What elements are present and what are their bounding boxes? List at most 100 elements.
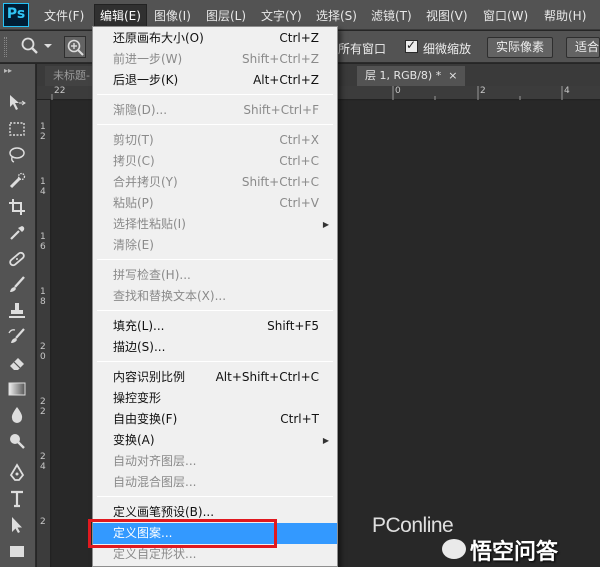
menu-item-label: 变换(A) [113, 433, 155, 447]
menu-item-check-spelling[interactable]: 拼写检查(H)... [93, 265, 337, 286]
menu-separator [97, 259, 333, 260]
ruler-v-label: 1 [40, 287, 46, 297]
menu-item-shortcut: Alt+Ctrl+Z [253, 73, 319, 87]
tools-panel: ▸▸ [0, 64, 36, 567]
ruler-v-label: 8 [40, 297, 46, 307]
menu-item-undo-canvas-size[interactable]: 还原画布大小(O) Ctrl+Z [93, 28, 337, 49]
tool-preset-dropdown-icon[interactable] [44, 44, 52, 48]
document-tab-active[interactable]: 层 1, RGB/8) * × [357, 66, 466, 86]
zoom-all-windows-label: 所有窗口 [338, 42, 387, 56]
menu-item-label: 内容识别比例 [113, 370, 186, 384]
menu-item-step-forward[interactable]: 前进一步(W) Shift+Ctrl+Z [93, 49, 337, 70]
marquee-tool-icon[interactable] [6, 118, 28, 140]
menu-item-label: 描边(S)... [113, 340, 166, 354]
menu-item-shortcut: Ctrl+C [279, 154, 319, 168]
lasso-tool-icon[interactable] [6, 144, 28, 166]
menu-item-fill[interactable]: 填充(L)... Shift+F5 [93, 316, 337, 337]
quick-selection-tool-icon[interactable] [6, 170, 28, 192]
rectangle-tool-icon[interactable] [6, 540, 28, 562]
menu-item-copy-merged[interactable]: 合并拷贝(Y) Shift+Ctrl+C [93, 172, 337, 193]
history-brush-tool-icon[interactable] [6, 326, 28, 348]
photoshop-logo: Ps [3, 3, 29, 27]
menu-item-cut[interactable]: 剪切(T) Ctrl+X [93, 130, 337, 151]
menu-item-clear[interactable]: 清除(E) [93, 235, 337, 256]
menu-item-label: 前进一步(W) [113, 52, 183, 66]
menu-item-shortcut: Shift+Ctrl+F [243, 103, 319, 117]
menu-select[interactable]: 选择(S) [316, 7, 357, 24]
menu-view[interactable]: 视图(V) [426, 7, 468, 24]
menu-item-label: 自动混合图层... [113, 475, 197, 489]
menu-window[interactable]: 窗口(W) [483, 7, 528, 24]
menu-item-shortcut: Shift+Ctrl+Z [242, 52, 319, 66]
menu-item-copy[interactable]: 拷贝(C) Ctrl+C [93, 151, 337, 172]
menu-item-shortcut: Ctrl+V [279, 196, 319, 210]
options-grip [4, 37, 7, 57]
menu-item-label: 后退一步(K) [113, 73, 179, 87]
crop-tool-icon[interactable] [6, 196, 28, 218]
menu-image[interactable]: 图像(I) [154, 7, 191, 24]
menu-item-stroke[interactable]: 描边(S)... [93, 337, 337, 358]
ruler-v-label: 2 [40, 397, 46, 407]
menu-item-content-aware-scale[interactable]: 内容识别比例 Alt+Shift+Ctrl+C [93, 367, 337, 388]
submenu-arrow-icon: ▶ [322, 220, 329, 229]
menu-item-free-transform[interactable]: 自由变换(F) Ctrl+T [93, 409, 337, 430]
zoom-in-button[interactable] [64, 36, 86, 58]
menu-item-label: 拼写检查(H)... [113, 268, 191, 282]
menu-item-label: 粘贴(P) [113, 196, 154, 210]
menu-item-label: 剪切(T) [113, 133, 154, 147]
healing-brush-tool-icon[interactable] [6, 248, 28, 270]
menu-item-paste-special[interactable]: 选择性粘贴(I) ▶ [93, 214, 337, 235]
menu-help[interactable]: 帮助(H) [544, 7, 586, 24]
edit-menu-dropdown: 还原画布大小(O) Ctrl+Z 前进一步(W) Shift+Ctrl+Z 后退一步… [92, 26, 338, 567]
menu-edit[interactable]: 编辑(E) [94, 4, 147, 26]
ruler-v-label: 2 [40, 342, 46, 352]
type-tool-icon[interactable] [6, 488, 28, 510]
menu-item-find-replace-text[interactable]: 查找和替换文本(X)... [93, 286, 337, 307]
menu-item-fade[interactable]: 渐隐(D)... Shift+Ctrl+F [93, 100, 337, 121]
eraser-tool-icon[interactable] [6, 352, 28, 374]
panel-collapse-icon[interactable]: ▸▸ [4, 66, 12, 75]
ruler-v-label: 2 [40, 407, 46, 417]
ruler-v-label: 1 [40, 232, 46, 242]
menu-item-paste[interactable]: 粘贴(P) Ctrl+V [93, 193, 337, 214]
menu-item-puppet-warp[interactable]: 操控变形 [93, 388, 337, 409]
menu-item-label: 查找和替换文本(X)... [113, 289, 227, 303]
document-tab-untitled[interactable]: 未标题- [45, 66, 98, 86]
actual-pixels-button[interactable]: 实际像素 [487, 37, 554, 58]
ruler-v-label: 1 [40, 177, 46, 187]
dodge-tool-icon[interactable] [6, 430, 28, 452]
close-tab-icon[interactable]: × [448, 69, 457, 82]
menu-separator [97, 310, 333, 311]
watermark-text: 悟空问答 [470, 540, 559, 565]
menu-item-shortcut: Ctrl+Z [279, 31, 319, 45]
menu-item-label: 还原画布大小(O) [113, 31, 204, 45]
menu-filter[interactable]: 滤镜(T) [371, 7, 412, 24]
menu-item-label: 合并拷贝(Y) [113, 175, 178, 189]
menu-separator [97, 124, 333, 125]
menu-item-label: 自由变换(F) [113, 412, 178, 426]
eyedropper-tool-icon[interactable] [6, 222, 28, 244]
menu-item-shortcut: Ctrl+T [280, 412, 319, 426]
menu-file[interactable]: 文件(F) [44, 7, 84, 24]
brush-tool-icon[interactable] [6, 274, 28, 296]
menu-layer[interactable]: 图层(L) [206, 7, 246, 24]
menu-item-label: 自动对齐图层... [113, 454, 197, 468]
move-tool-icon[interactable] [6, 92, 28, 114]
menu-item-label: 拷贝(C) [113, 154, 155, 168]
menu-item-transform[interactable]: 变换(A) ▶ [93, 430, 337, 451]
menu-item-auto-align-layers[interactable]: 自动对齐图层... [93, 451, 337, 472]
path-selection-tool-icon[interactable] [6, 514, 28, 536]
scrubby-zoom-checkbox[interactable] [405, 38, 418, 53]
blur-tool-icon[interactable] [6, 404, 28, 426]
menu-type[interactable]: 文字(Y) [261, 7, 302, 24]
pconline-logo: PConline [372, 514, 454, 537]
gradient-tool-icon[interactable] [6, 378, 28, 400]
menu-item-shortcut: Ctrl+X [279, 133, 319, 147]
zoom-tool-icon[interactable] [20, 36, 40, 56]
menu-item-step-backward[interactable]: 后退一步(K) Alt+Ctrl+Z [93, 70, 337, 91]
pen-tool-icon[interactable] [6, 462, 28, 484]
menu-item-auto-blend-layers[interactable]: 自动混合图层... [93, 472, 337, 493]
clone-stamp-tool-icon[interactable] [6, 300, 28, 322]
fit-screen-button[interactable]: 适合 [566, 37, 600, 58]
vertical-ruler: 1 2 1 4 1 6 1 8 2 0 2 2 2 4 2 [37, 100, 51, 567]
